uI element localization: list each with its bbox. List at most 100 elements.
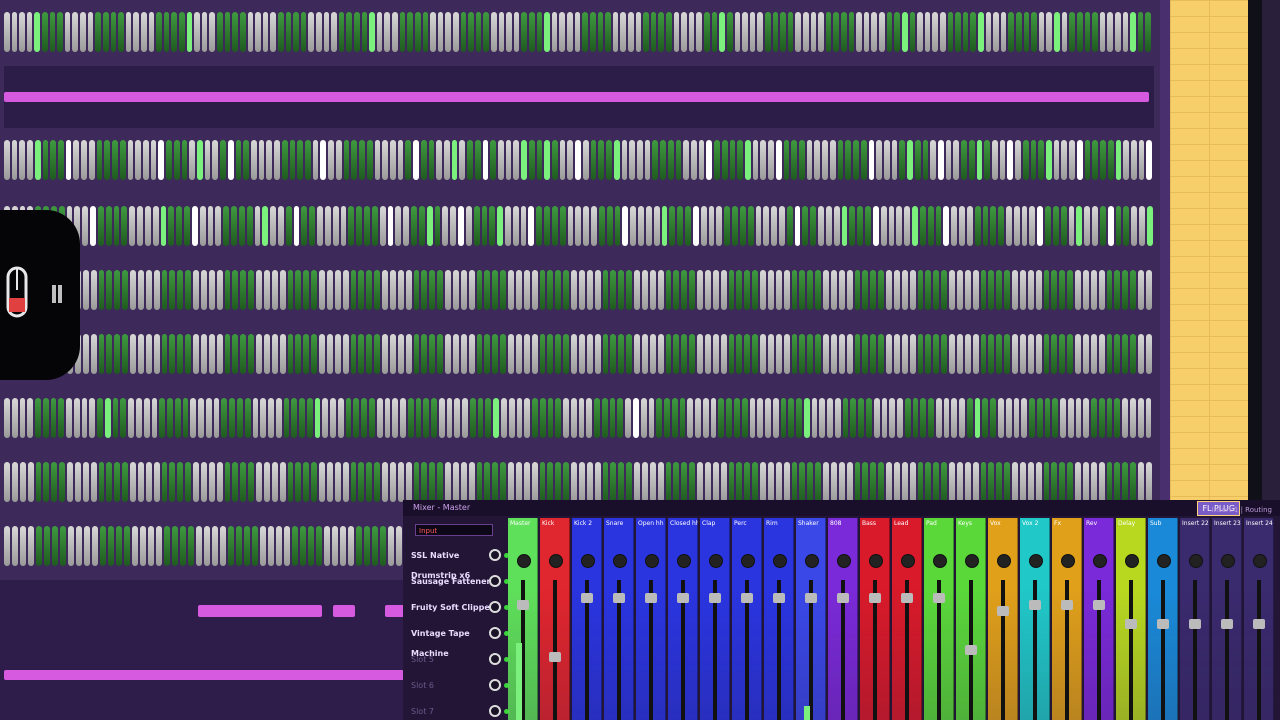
step-button[interactable] — [780, 12, 786, 52]
step-button[interactable] — [823, 462, 829, 502]
step-button[interactable] — [279, 462, 286, 502]
step-button[interactable] — [299, 398, 305, 438]
step-button[interactable] — [1084, 140, 1091, 180]
step-button[interactable] — [523, 462, 530, 502]
volume-fader[interactable] — [868, 593, 881, 603]
step-button[interactable] — [255, 12, 261, 52]
step-button[interactable] — [886, 334, 892, 374]
step-button[interactable] — [108, 526, 114, 566]
step-button[interactable] — [44, 526, 50, 566]
step-button[interactable] — [964, 462, 971, 502]
step-button[interactable] — [591, 206, 597, 246]
step-button[interactable] — [547, 270, 554, 310]
volume-fader[interactable] — [1124, 619, 1137, 629]
step-button[interactable] — [121, 206, 128, 246]
step-button[interactable] — [744, 334, 751, 374]
step-button[interactable] — [445, 462, 451, 502]
step-button[interactable] — [799, 462, 806, 502]
step-button[interactable] — [97, 206, 104, 246]
step-button[interactable] — [27, 140, 33, 180]
step-button[interactable] — [653, 206, 660, 246]
step-button[interactable] — [956, 462, 963, 502]
step-button[interactable] — [335, 140, 342, 180]
step-button[interactable] — [520, 206, 527, 246]
step-button[interactable] — [200, 270, 207, 310]
step-button[interactable] — [606, 206, 613, 246]
step-button[interactable] — [97, 398, 103, 438]
step-button[interactable] — [311, 334, 317, 374]
step-button[interactable] — [823, 270, 829, 310]
step-button[interactable] — [547, 398, 554, 438]
step-button[interactable] — [407, 398, 414, 438]
step-button[interactable] — [405, 462, 412, 502]
step-button[interactable] — [346, 12, 353, 52]
step-button[interactable] — [1075, 398, 1082, 438]
step-button[interactable] — [1122, 270, 1129, 310]
step-button[interactable] — [244, 526, 250, 566]
step-button[interactable] — [483, 12, 489, 52]
step-button[interactable] — [19, 12, 25, 52]
step-button[interactable] — [645, 206, 652, 246]
step-button[interactable] — [395, 206, 402, 246]
effect-slot[interactable]: Slot 7 — [411, 702, 509, 720]
pan-knob[interactable] — [900, 554, 915, 568]
pan-knob[interactable] — [708, 554, 723, 568]
step-button[interactable] — [516, 398, 523, 438]
step-button[interactable] — [87, 12, 94, 52]
step-button[interactable] — [912, 398, 919, 438]
step-button[interactable] — [883, 140, 890, 180]
step-button[interactable] — [1031, 12, 1037, 52]
step-button[interactable] — [460, 334, 467, 374]
step-button[interactable] — [58, 398, 65, 438]
step-button[interactable] — [254, 206, 261, 246]
step-button[interactable] — [865, 398, 872, 438]
step-button[interactable] — [1100, 140, 1106, 180]
step-button[interactable] — [421, 270, 428, 310]
step-button[interactable] — [559, 12, 566, 52]
step-button[interactable] — [724, 206, 731, 246]
step-button[interactable] — [897, 398, 903, 438]
step-button[interactable] — [1082, 270, 1089, 310]
step-button[interactable] — [323, 12, 330, 52]
step-button[interactable] — [163, 12, 170, 52]
step-button[interactable] — [58, 140, 64, 180]
step-button[interactable] — [399, 12, 406, 52]
step-button[interactable] — [652, 140, 659, 180]
step-button[interactable] — [787, 12, 794, 52]
step-button[interactable] — [89, 398, 96, 438]
step-button[interactable] — [106, 270, 113, 310]
step-button[interactable] — [213, 398, 220, 438]
step-button[interactable] — [421, 334, 428, 374]
step-button[interactable] — [850, 398, 857, 438]
step-button[interactable] — [1036, 398, 1043, 438]
step-button[interactable] — [105, 206, 112, 246]
step-button[interactable] — [452, 12, 459, 52]
step-button[interactable] — [271, 270, 278, 310]
step-button[interactable] — [326, 334, 333, 374]
step-button[interactable] — [500, 270, 506, 310]
step-button[interactable] — [300, 526, 306, 566]
step-button[interactable] — [1107, 140, 1114, 180]
step-button[interactable] — [508, 398, 515, 438]
step-button[interactable] — [125, 12, 132, 52]
step-button[interactable] — [403, 206, 410, 246]
step-button[interactable] — [899, 140, 906, 180]
step-button[interactable] — [184, 206, 190, 246]
step-button[interactable] — [415, 398, 422, 438]
step-button[interactable] — [382, 270, 388, 310]
step-button[interactable] — [156, 12, 162, 52]
step-button[interactable] — [376, 12, 383, 52]
step-button[interactable] — [539, 270, 546, 310]
step-button[interactable] — [1098, 398, 1105, 438]
step-button[interactable] — [133, 12, 139, 52]
step-button[interactable] — [67, 462, 73, 502]
step-button[interactable] — [1038, 12, 1045, 52]
step-button[interactable] — [932, 12, 938, 52]
step-button[interactable] — [66, 398, 72, 438]
step-button[interactable] — [356, 206, 363, 246]
volume-fader[interactable] — [612, 593, 625, 603]
step-button[interactable] — [122, 270, 128, 310]
step-button[interactable] — [563, 270, 569, 310]
step-button[interactable] — [114, 334, 121, 374]
step-button[interactable] — [620, 12, 626, 52]
